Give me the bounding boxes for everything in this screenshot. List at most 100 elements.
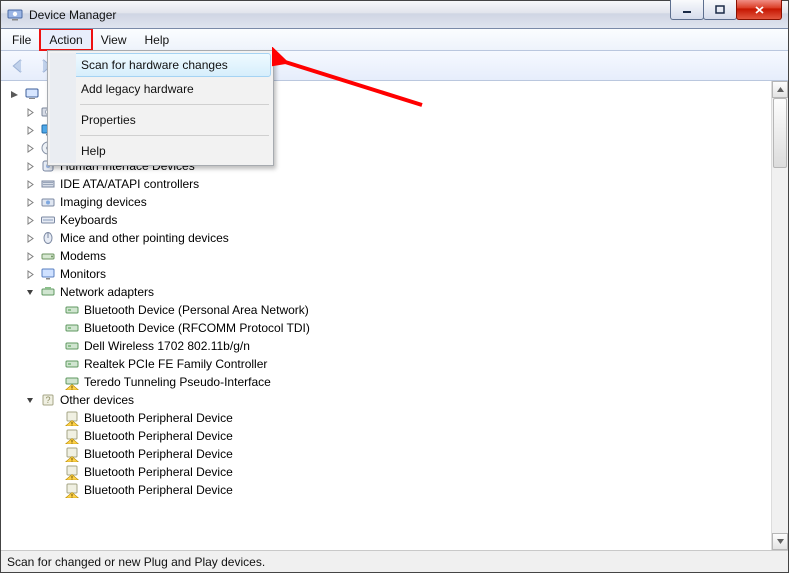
menu-action[interactable]: Action xyxy=(40,29,91,50)
tree-node-label: Bluetooth Peripheral Device xyxy=(84,447,233,461)
menu-help[interactable]: Help xyxy=(136,29,179,50)
tree-node[interactable]: IDE ATA/ATAPI controllers xyxy=(25,175,771,193)
expander-closed-icon[interactable] xyxy=(25,251,36,262)
menuitem-scan-for-hardware-changes[interactable]: Scan for hardware changes xyxy=(50,53,271,77)
tree-node[interactable]: Realtek PCIe FE Family Controller xyxy=(49,355,771,373)
tree-node[interactable]: Bluetooth Peripheral Device xyxy=(49,427,771,445)
maximize-button[interactable] xyxy=(703,0,737,20)
expander-none xyxy=(49,359,60,370)
expander-closed-icon[interactable] xyxy=(25,197,36,208)
adapter-warn-icon xyxy=(64,374,80,390)
scroll-thumb[interactable] xyxy=(773,98,787,168)
other-warn-icon xyxy=(64,410,80,426)
tree-node-label: Modems xyxy=(60,249,106,263)
menu-separator xyxy=(80,135,269,136)
status-text: Scan for changed or new Plug and Play de… xyxy=(7,555,265,569)
menubar: FileActionViewHelp xyxy=(1,29,788,51)
tree-node-label: Other devices xyxy=(60,393,134,407)
scroll-up-button[interactable] xyxy=(772,81,788,98)
action-menu-dropdown: Scan for hardware changesAdd legacy hard… xyxy=(47,50,274,166)
app-icon xyxy=(7,7,23,23)
menuitem-add-legacy-hardware[interactable]: Add legacy hardware xyxy=(50,77,271,101)
network-icon xyxy=(40,284,56,300)
expander-open-icon[interactable] xyxy=(9,89,20,100)
expander-closed-icon[interactable] xyxy=(25,161,36,172)
ide-icon xyxy=(40,176,56,192)
tree-node-label: Keyboards xyxy=(60,213,117,227)
tree-node[interactable]: Bluetooth Device (Personal Area Network) xyxy=(49,301,771,319)
tree-node-label: Bluetooth Peripheral Device xyxy=(84,429,233,443)
svg-text:?: ? xyxy=(45,395,50,405)
back-button[interactable] xyxy=(5,54,31,78)
tree-node[interactable]: Mice and other pointing devices xyxy=(25,229,771,247)
window-controls xyxy=(671,0,782,20)
tree-node[interactable]: Modems xyxy=(25,247,771,265)
menuitem-help[interactable]: Help xyxy=(50,139,271,163)
menuitem-properties[interactable]: Properties xyxy=(50,108,271,132)
expander-closed-icon[interactable] xyxy=(25,179,36,190)
expander-closed-icon[interactable] xyxy=(25,215,36,226)
expander-none xyxy=(49,485,60,496)
expander-closed-icon[interactable] xyxy=(25,125,36,136)
tree-node[interactable]: Bluetooth Device (RFCOMM Protocol TDI) xyxy=(49,319,771,337)
tree-node-label: Bluetooth Peripheral Device xyxy=(84,465,233,479)
tree-node-label: Imaging devices xyxy=(60,195,147,209)
tree-node-label: IDE ATA/ATAPI controllers xyxy=(60,177,199,191)
menu-file[interactable]: File xyxy=(3,29,40,50)
tree-node[interactable]: ? Other devices xyxy=(25,391,771,409)
expander-open-icon[interactable] xyxy=(25,287,36,298)
mouse-icon xyxy=(40,230,56,246)
keyboard-icon xyxy=(40,212,56,228)
expander-none xyxy=(49,431,60,442)
computer-icon xyxy=(24,86,40,102)
expander-none xyxy=(49,449,60,460)
expander-closed-icon[interactable] xyxy=(25,269,36,280)
adapter-icon xyxy=(64,320,80,336)
tree-node-label: Bluetooth Peripheral Device xyxy=(84,411,233,425)
titlebar: Device Manager xyxy=(1,1,788,29)
other-warn-icon xyxy=(64,464,80,480)
tree-node-label: Bluetooth Device (Personal Area Network) xyxy=(84,303,309,317)
statusbar: Scan for changed or new Plug and Play de… xyxy=(1,550,788,572)
expander-closed-icon[interactable] xyxy=(25,107,36,118)
tree-node[interactable]: Teredo Tunneling Pseudo-Interface xyxy=(49,373,771,391)
tree-node[interactable]: Network adapters xyxy=(25,283,771,301)
scroll-track[interactable] xyxy=(772,98,788,533)
adapter-icon xyxy=(64,302,80,318)
tree-node-label: Network adapters xyxy=(60,285,154,299)
tree-node[interactable]: Bluetooth Peripheral Device xyxy=(49,463,771,481)
other-warn-icon xyxy=(64,446,80,462)
expander-none xyxy=(49,323,60,334)
expander-none xyxy=(49,377,60,388)
vertical-scrollbar[interactable] xyxy=(771,81,788,550)
tree-node[interactable]: Imaging devices xyxy=(25,193,771,211)
other-icon: ? xyxy=(40,392,56,408)
imaging-icon xyxy=(40,194,56,210)
other-warn-icon xyxy=(64,428,80,444)
menu-separator xyxy=(80,104,269,105)
minimize-button[interactable] xyxy=(670,0,704,20)
expander-none xyxy=(49,305,60,316)
other-warn-icon xyxy=(64,482,80,498)
tree-node[interactable]: Bluetooth Peripheral Device xyxy=(49,481,771,499)
tree-node[interactable]: Monitors xyxy=(25,265,771,283)
close-button[interactable] xyxy=(736,0,782,20)
tree-node-label: Realtek PCIe FE Family Controller xyxy=(84,357,267,371)
tree-node[interactable]: Dell Wireless 1702 802.11b/g/n xyxy=(49,337,771,355)
menu-view[interactable]: View xyxy=(92,29,136,50)
tree-node-label: Bluetooth Device (RFCOMM Protocol TDI) xyxy=(84,321,310,335)
expander-open-icon[interactable] xyxy=(25,395,36,406)
tree-node[interactable]: Bluetooth Peripheral Device xyxy=(49,409,771,427)
adapter-icon xyxy=(64,338,80,354)
tree-node[interactable]: Bluetooth Peripheral Device xyxy=(49,445,771,463)
scroll-down-button[interactable] xyxy=(772,533,788,550)
tree-node-label: Monitors xyxy=(60,267,106,281)
expander-closed-icon[interactable] xyxy=(25,233,36,244)
expander-none xyxy=(49,413,60,424)
expander-closed-icon[interactable] xyxy=(25,143,36,154)
tree-node-label: Mice and other pointing devices xyxy=(60,231,229,245)
adapter-icon xyxy=(64,356,80,372)
expander-none xyxy=(49,467,60,478)
tree-node[interactable]: Keyboards xyxy=(25,211,771,229)
tree-node-label: Bluetooth Peripheral Device xyxy=(84,483,233,497)
